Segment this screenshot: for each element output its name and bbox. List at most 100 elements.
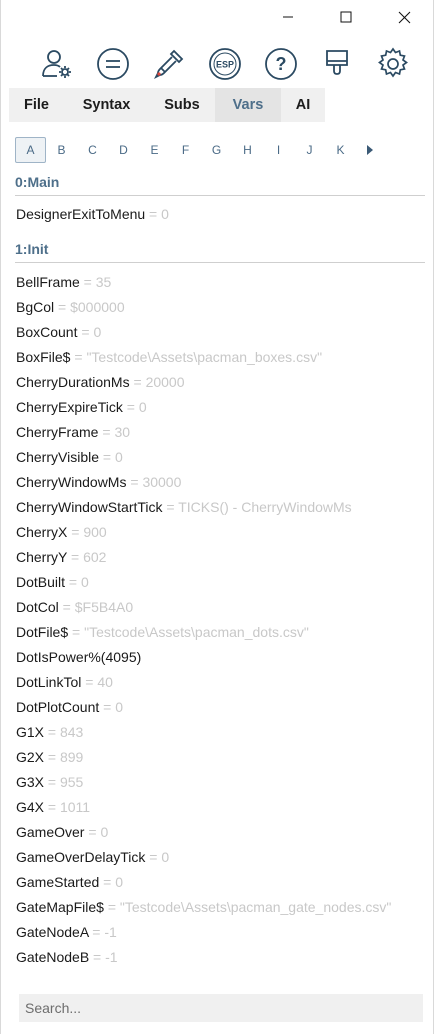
section-header: 1:Init	[15, 241, 425, 263]
equals-sign: =	[77, 324, 94, 340]
variable-value: 0	[115, 699, 124, 715]
variable-value: 0	[115, 874, 124, 890]
list-menu-icon[interactable]	[93, 44, 133, 84]
variable-name: DotFile$	[16, 624, 69, 640]
equals-sign: =	[103, 899, 120, 915]
equals-sign: =	[89, 949, 106, 965]
equals-sign: =	[126, 474, 143, 490]
variable-row[interactable]: CherryY = 602	[16, 546, 425, 568]
tab-file[interactable]: File	[9, 88, 64, 122]
variable-name: CherryFrame	[16, 424, 99, 440]
variable-row[interactable]: GameOverDelayTick = 0	[16, 846, 425, 868]
brush-icon[interactable]	[317, 44, 357, 84]
variable-row[interactable]: CherryX = 900	[16, 521, 425, 543]
letter-f[interactable]: F	[170, 137, 201, 163]
variable-name: G1X	[16, 724, 45, 740]
user-settings-icon[interactable]	[37, 44, 77, 84]
variable-name: G3X	[16, 774, 45, 790]
letter-k[interactable]: K	[325, 137, 356, 163]
variable-row[interactable]: GateNodeA = -1	[16, 921, 425, 943]
variable-row[interactable]: BellFrame = 35	[16, 271, 425, 293]
variable-row[interactable]: GateNodeB = -1	[16, 946, 425, 968]
equals-sign: =	[99, 874, 116, 890]
search-input[interactable]	[19, 994, 423, 1022]
variable-row[interactable]: CherryVisible = 0	[16, 446, 425, 468]
variable-name: DesignerExitToMenu	[16, 206, 146, 222]
equals-sign: =	[84, 824, 101, 840]
letter-a[interactable]: A	[15, 137, 46, 163]
equals-sign: =	[99, 449, 115, 465]
variable-row[interactable]: BoxCount = 0	[16, 321, 425, 343]
variable-row[interactable]: DotLinkTol = 40	[16, 671, 425, 693]
next-letters-icon[interactable]	[356, 137, 384, 163]
letter-j[interactable]: J	[294, 137, 325, 163]
tab-subs[interactable]: Subs	[149, 88, 215, 122]
variable-name: CherryWindowStartTick	[16, 499, 163, 515]
tab-ai[interactable]: AI	[281, 88, 325, 122]
tab-syntax[interactable]: Syntax	[64, 88, 149, 122]
variable-name: BellFrame	[16, 274, 80, 290]
letter-i[interactable]: I	[263, 137, 294, 163]
esp-icon[interactable]: ESP	[205, 44, 245, 84]
variable-value: $000000	[70, 299, 125, 315]
variable-name: DotIsPower%(4095)	[16, 649, 142, 665]
variable-row[interactable]: DotCol = $F5B4A0	[16, 596, 425, 618]
equals-sign: =	[44, 799, 60, 815]
variable-row[interactable]: CherryWindowStartTick = TICKS() - Cherry…	[16, 496, 425, 518]
variable-value: 0	[81, 574, 89, 590]
variable-row[interactable]: CherryFrame = 30	[16, 421, 425, 443]
gear-icon[interactable]	[373, 44, 413, 84]
variable-name: DotPlotCount	[16, 699, 100, 715]
variable-name: CherryExpireTick	[16, 399, 123, 415]
variable-row[interactable]: DotFile$ = "Testcode\Assets\pacman_dots.…	[16, 621, 425, 643]
variable-row[interactable]: G2X = 899	[16, 746, 425, 768]
tab-vars[interactable]: Vars	[215, 88, 281, 122]
help-icon[interactable]: ?	[261, 44, 301, 84]
variable-row[interactable]: GameOver = 0	[16, 821, 425, 843]
maximize-icon[interactable]	[317, 0, 375, 34]
help-label: ?	[276, 54, 287, 74]
variable-row[interactable]: G3X = 955	[16, 771, 425, 793]
letter-d[interactable]: D	[108, 137, 139, 163]
letter-e[interactable]: E	[139, 137, 170, 163]
minimize-icon[interactable]	[259, 0, 317, 34]
variable-name: BoxFile$	[16, 349, 71, 365]
equals-sign: =	[58, 599, 75, 615]
close-icon[interactable]	[375, 0, 433, 34]
letter-g[interactable]: G	[201, 137, 232, 163]
variable-value: "Testcode\Assets\pacman_boxes.csv"	[86, 349, 323, 365]
variable-row[interactable]: BoxFile$ = "Testcode\Assets\pacman_boxes…	[16, 346, 425, 368]
variable-row[interactable]: BgCol = $000000	[16, 296, 425, 318]
variable-name: DotBuilt	[16, 574, 66, 590]
variable-row[interactable]: GameStarted = 0	[16, 871, 425, 893]
variable-row[interactable]: DotPlotCount = 0	[16, 696, 425, 718]
variable-row[interactable]: DotIsPower%(4095)	[16, 646, 425, 668]
equals-sign: =	[99, 699, 116, 715]
variable-name: DotLinkTol	[16, 674, 82, 690]
variable-name: CherryX	[16, 524, 68, 540]
variable-name: GameOverDelayTick	[16, 849, 146, 865]
variable-row[interactable]: DesignerExitToMenu = 0	[16, 203, 425, 225]
variable-row[interactable]: DotBuilt = 0	[16, 571, 425, 593]
variable-row[interactable]: GateMapFile$ = "Testcode\Assets\pacman_g…	[16, 896, 425, 918]
letter-c[interactable]: C	[77, 137, 108, 163]
eyedropper-icon[interactable]	[149, 44, 189, 84]
variable-value: 900	[83, 524, 107, 540]
variable-value: -1	[105, 949, 118, 965]
equals-sign: =	[145, 206, 162, 222]
variable-name: CherryWindowMs	[16, 474, 127, 490]
variable-value: 20000	[145, 374, 185, 390]
variable-value: 899	[59, 749, 84, 765]
equals-sign: =	[129, 374, 146, 390]
equals-sign: =	[44, 774, 60, 790]
variable-row[interactable]: CherryWindowMs = 30000	[16, 471, 425, 493]
variable-row[interactable]: CherryExpireTick = 0	[16, 396, 425, 418]
variable-row[interactable]: CherryDurationMs = 20000	[16, 371, 425, 393]
variable-value: 30	[114, 424, 131, 440]
variable-row[interactable]: G4X = 1011	[16, 796, 425, 818]
letter-b[interactable]: B	[46, 137, 77, 163]
variable-row[interactable]: G1X = 843	[16, 721, 425, 743]
variable-value: TICKS() - CherryWindowMs	[178, 499, 352, 515]
letter-h[interactable]: H	[232, 137, 263, 163]
variable-value: 1011	[59, 799, 91, 815]
